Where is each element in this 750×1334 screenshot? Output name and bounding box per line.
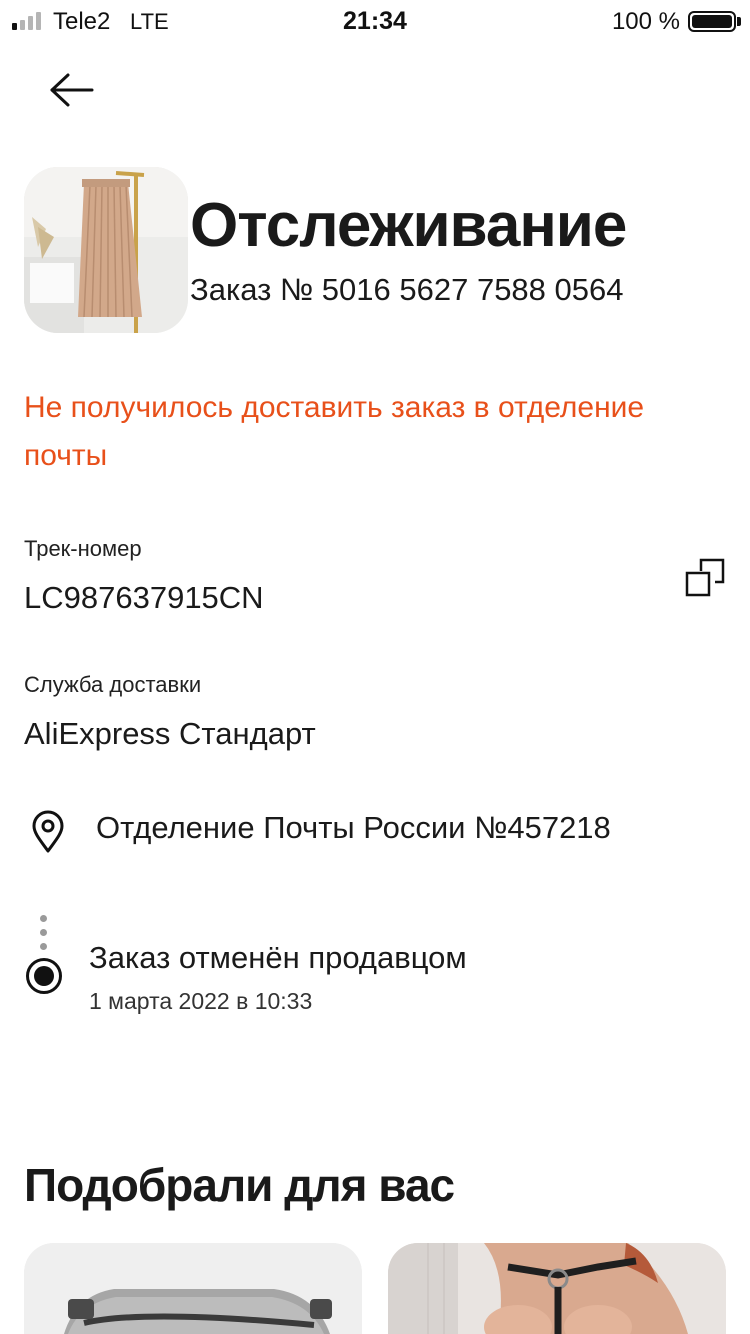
recommended-product-card[interactable]: [388, 1243, 726, 1334]
waist-bag-image: [24, 1243, 362, 1334]
back-button[interactable]: [44, 66, 100, 114]
delivery-status-message: Не получилось доставить заказ в отделени…: [24, 391, 645, 472]
arrow-left-icon: [50, 73, 94, 107]
copy-button[interactable]: [684, 557, 726, 599]
order-number: Заказ № 5016 5627 7588 0564: [190, 272, 624, 307]
battery-percentage: 100 %: [611, 8, 680, 35]
copy-icon: [685, 558, 725, 597]
page-title: Отслеживание: [190, 191, 627, 260]
tracking-number-value: LC987637915CN: [24, 580, 264, 615]
timeline-event-title: Заказ отменён продавцом: [89, 940, 467, 975]
recommended-product-card[interactable]: [24, 1243, 362, 1334]
product-thumbnail[interactable]: [24, 167, 188, 333]
harness-product-image: [388, 1243, 726, 1334]
status-bar: Tele2 LTE 21:34 100 %: [0, 0, 750, 42]
battery-icon: [688, 11, 736, 32]
timeline-current-marker-icon: [26, 958, 62, 994]
battery-level-fill: [692, 15, 732, 28]
pleated-skirt-image: [24, 167, 188, 333]
recommendations-title: Подобрали для вас: [24, 1159, 455, 1211]
pickup-point-address: Отделение Почты России №457218: [96, 810, 611, 845]
tracking-number-label: Трек-номер: [24, 536, 142, 561]
battery-cap: [737, 17, 741, 26]
location-pin-icon: [30, 810, 66, 854]
delivery-service-value: AliExpress Стандарт: [24, 716, 316, 751]
delivery-service-label: Служба доставки: [24, 672, 202, 697]
timeline-event-time: 1 марта 2022 в 10:33: [89, 988, 313, 1014]
timeline-connector: [40, 915, 48, 955]
